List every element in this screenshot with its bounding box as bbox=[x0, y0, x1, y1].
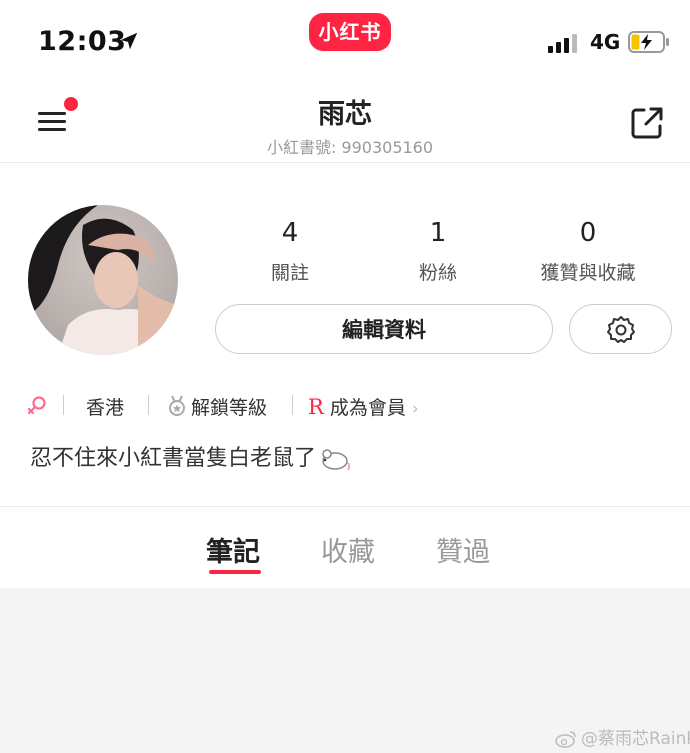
bio-text-content: 忍不住來小紅書當隻白老鼠了 bbox=[30, 446, 317, 471]
app-logo-badge: 小红书 bbox=[309, 13, 391, 51]
stat-likes-value: 0 bbox=[579, 218, 597, 248]
medal-icon bbox=[169, 395, 185, 416]
settings-button[interactable] bbox=[569, 304, 672, 354]
tag-location: 香港 bbox=[86, 397, 125, 419]
watermark: @蔡雨芯Rainky bbox=[555, 724, 690, 749]
tab-notes[interactable]: 筆記 bbox=[206, 530, 260, 569]
share-icon[interactable] bbox=[628, 104, 666, 142]
edit-profile-button[interactable]: 編輯資料 bbox=[215, 304, 553, 354]
stat-following[interactable]: 4 關註 bbox=[210, 218, 370, 285]
tag-member[interactable]: R 成為會員 › bbox=[308, 393, 419, 420]
female-icon bbox=[27, 396, 46, 415]
member-r-icon: R bbox=[308, 395, 324, 419]
tag-separator bbox=[63, 395, 64, 415]
tab-collections[interactable]: 收藏 bbox=[321, 530, 375, 569]
mouse-emoji-icon bbox=[322, 449, 351, 471]
avatar[interactable] bbox=[28, 205, 178, 355]
gear-icon bbox=[607, 316, 635, 343]
signal-icon bbox=[548, 34, 577, 53]
tab-liked[interactable]: 贊過 bbox=[436, 530, 490, 569]
weibo-icon bbox=[555, 731, 576, 748]
watermark-text: @蔡雨芯Rainky bbox=[581, 729, 690, 749]
stat-followers[interactable]: 1 粉絲 bbox=[358, 218, 518, 285]
tag-member-label: 成為會員 bbox=[329, 397, 406, 419]
tag-separator bbox=[292, 395, 293, 415]
tag-level[interactable]: 解鎖等級 bbox=[167, 393, 267, 420]
chevron-right-icon: › bbox=[411, 399, 419, 419]
tag-separator bbox=[148, 395, 149, 415]
tabs-divider bbox=[0, 506, 690, 507]
active-tab-indicator bbox=[209, 570, 261, 574]
stat-followers-label: 粉絲 bbox=[418, 262, 457, 284]
stat-likes-label: 獲贊與收藏 bbox=[540, 262, 636, 284]
stat-followers-value: 1 bbox=[429, 218, 447, 248]
stat-following-label: 關註 bbox=[270, 262, 309, 284]
avatar-image bbox=[28, 205, 178, 355]
battery-charging-icon bbox=[628, 31, 669, 53]
location-arrow-icon bbox=[120, 32, 138, 50]
nav-divider bbox=[0, 162, 690, 163]
page-title: 雨芯 bbox=[318, 99, 372, 130]
tag-level-label: 解鎖等級 bbox=[191, 397, 268, 419]
stat-likes[interactable]: 0 獲贊與收藏 bbox=[508, 218, 668, 285]
status-time: 12:03 bbox=[38, 26, 127, 57]
stat-following-value: 4 bbox=[281, 218, 299, 248]
bio-text: 忍不住來小紅書當隻白老鼠了 bbox=[30, 440, 352, 472]
network-label: 4G bbox=[590, 30, 621, 54]
user-id-text: 小紅書號: 990305160 bbox=[266, 138, 434, 157]
